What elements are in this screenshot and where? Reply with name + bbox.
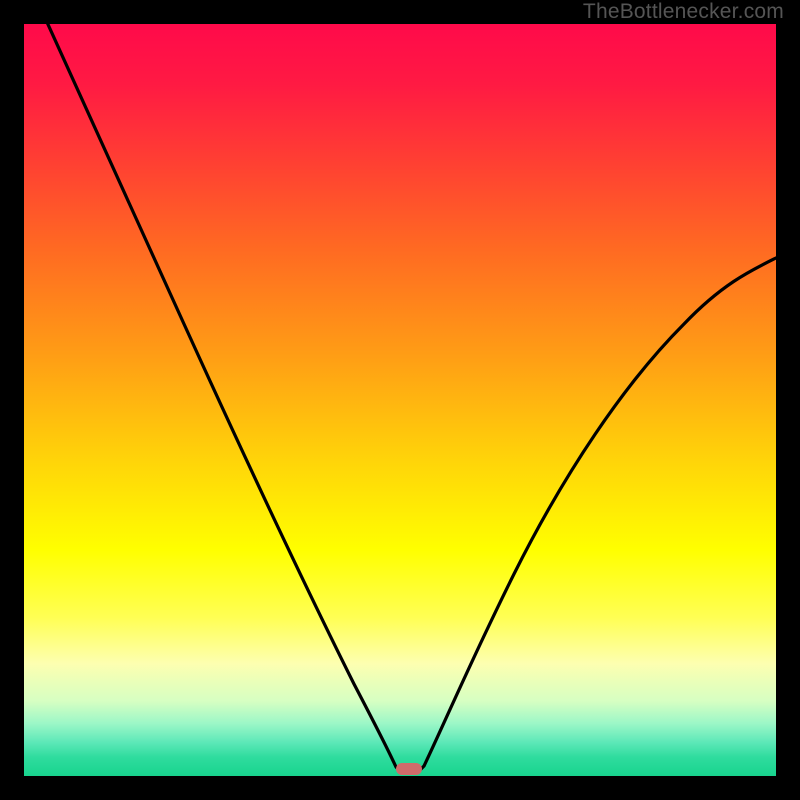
plot-area [24,24,776,776]
chart-frame [10,10,790,790]
watermark-text: TheBottlenecker.com [583,0,784,24]
marker-pill [396,763,422,775]
optimal-marker [24,24,776,776]
